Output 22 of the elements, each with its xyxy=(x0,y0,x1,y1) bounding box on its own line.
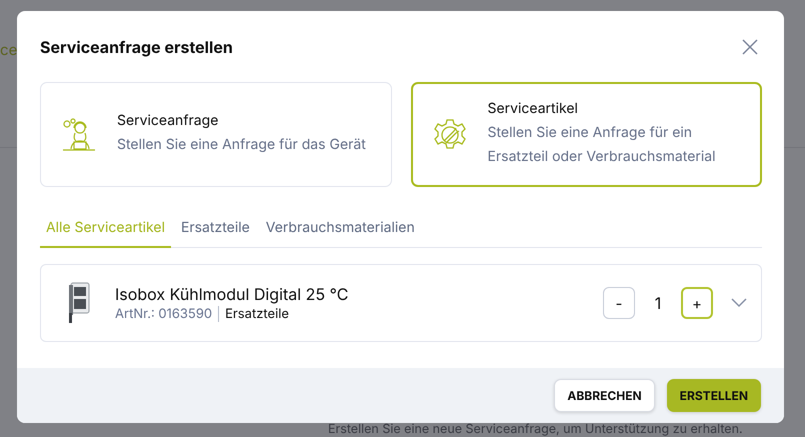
chevron-down-icon[interactable] xyxy=(731,298,747,308)
article-name: Isobox Kühlmodul Digital 25 °C xyxy=(115,284,350,304)
decrement-button[interactable]: - xyxy=(603,287,635,319)
create-button[interactable]: ERSTELLEN xyxy=(666,379,761,412)
close-icon[interactable] xyxy=(742,39,758,55)
option-description: Stellen Sie eine Anfrage für das Gerät xyxy=(117,135,366,155)
increment-button[interactable]: + xyxy=(681,287,713,319)
option-description: Stellen Sie eine Anfrage für ein Ersatzteil oder Verbrauchsmaterial xyxy=(488,123,717,167)
article-category: Ersatzteile xyxy=(225,306,289,322)
dialog-title: Serviceanfrage erstellen xyxy=(40,37,233,57)
option-title: Serviceartikel xyxy=(488,100,579,117)
article-number: ArtNr.: 0163590 xyxy=(115,306,212,322)
tab[interactable]: Ersatzteile xyxy=(174,213,256,248)
option-card[interactable]: Serviceartikel Stellen Sie eine Anfrage für ein Ersatzteil oder Verbrauchsmaterial xyxy=(410,82,762,187)
option-title: Serviceanfrage xyxy=(117,112,220,129)
cancel-button[interactable]: ABBRECHEN xyxy=(554,379,655,412)
background-hint-text: Erstellen Sie eine neue Serviceanfrage, um Unterstützung zu erhalten. xyxy=(328,423,743,437)
background-tab-label: ce xyxy=(0,40,18,59)
option-card[interactable]: Serviceanfrage Stellen Sie eine Anfrage für das Gerät xyxy=(40,82,392,187)
tab[interactable]: Verbrauchsmaterialien xyxy=(260,213,421,248)
quantity-value: 1 xyxy=(654,293,662,313)
support-agent-icon xyxy=(61,116,97,152)
